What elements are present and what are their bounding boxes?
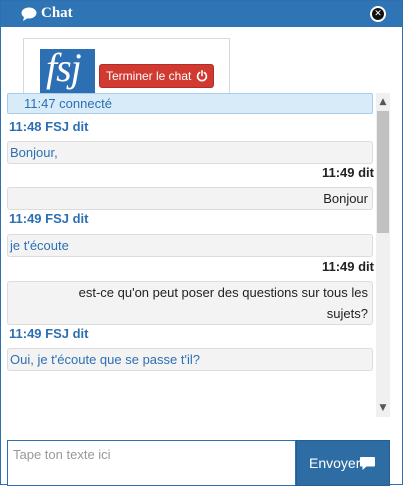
scroll-thumb[interactable] bbox=[377, 111, 389, 233]
send-button[interactable]: Envoyer bbox=[296, 440, 390, 486]
message-list[interactable]: 11:47 connecté 11:48 FSJ dit Bonjour, 11… bbox=[7, 93, 376, 417]
scroll-down-icon[interactable]: ▼ bbox=[376, 401, 390, 415]
fsj-logo: fsj bbox=[40, 45, 95, 95]
connection-status: 11:47 connecté bbox=[7, 93, 373, 114]
window-title: Chat bbox=[41, 5, 73, 21]
end-chat-button[interactable]: Terminer le chat bbox=[99, 64, 214, 88]
chat-header: fsj Terminer le chat bbox=[23, 38, 230, 95]
send-label: Envoyer bbox=[309, 455, 361, 471]
scroll-up-icon[interactable]: ▲ bbox=[376, 95, 390, 109]
chat-window: Chat ✕ fsj Terminer le chat 11:47 connec… bbox=[0, 0, 403, 486]
comment-icon bbox=[360, 457, 375, 470]
power-icon bbox=[196, 70, 208, 82]
message-sender: 11:48 FSJ dit bbox=[9, 119, 89, 134]
message-bubble: Oui, je t'écoute que se passe t'il? bbox=[7, 348, 373, 371]
end-chat-label: Terminer le chat bbox=[106, 69, 192, 83]
message-sender: 11:49 dit bbox=[321, 259, 374, 274]
message-sender: 11:49 FSJ dit bbox=[9, 326, 89, 341]
message-bubble: je t'écoute bbox=[7, 234, 373, 257]
close-icon: ✕ bbox=[372, 8, 384, 20]
message-sender: 11:49 FSJ dit bbox=[9, 211, 89, 226]
close-button[interactable]: ✕ bbox=[370, 6, 386, 22]
messages-scrollbar[interactable]: ▲ ▼ bbox=[376, 93, 390, 417]
message-sender: 11:49 dit bbox=[321, 165, 374, 180]
message-bubble: Bonjour, bbox=[7, 141, 373, 164]
message-input[interactable] bbox=[7, 440, 296, 486]
title-bar: Chat ✕ bbox=[1, 1, 402, 27]
comment-icon bbox=[21, 7, 37, 21]
message-bubble: est-ce qu'on peut poser des questions su… bbox=[7, 281, 373, 325]
message-composer: Envoyer bbox=[7, 440, 390, 486]
message-bubble: Bonjour bbox=[7, 187, 373, 210]
